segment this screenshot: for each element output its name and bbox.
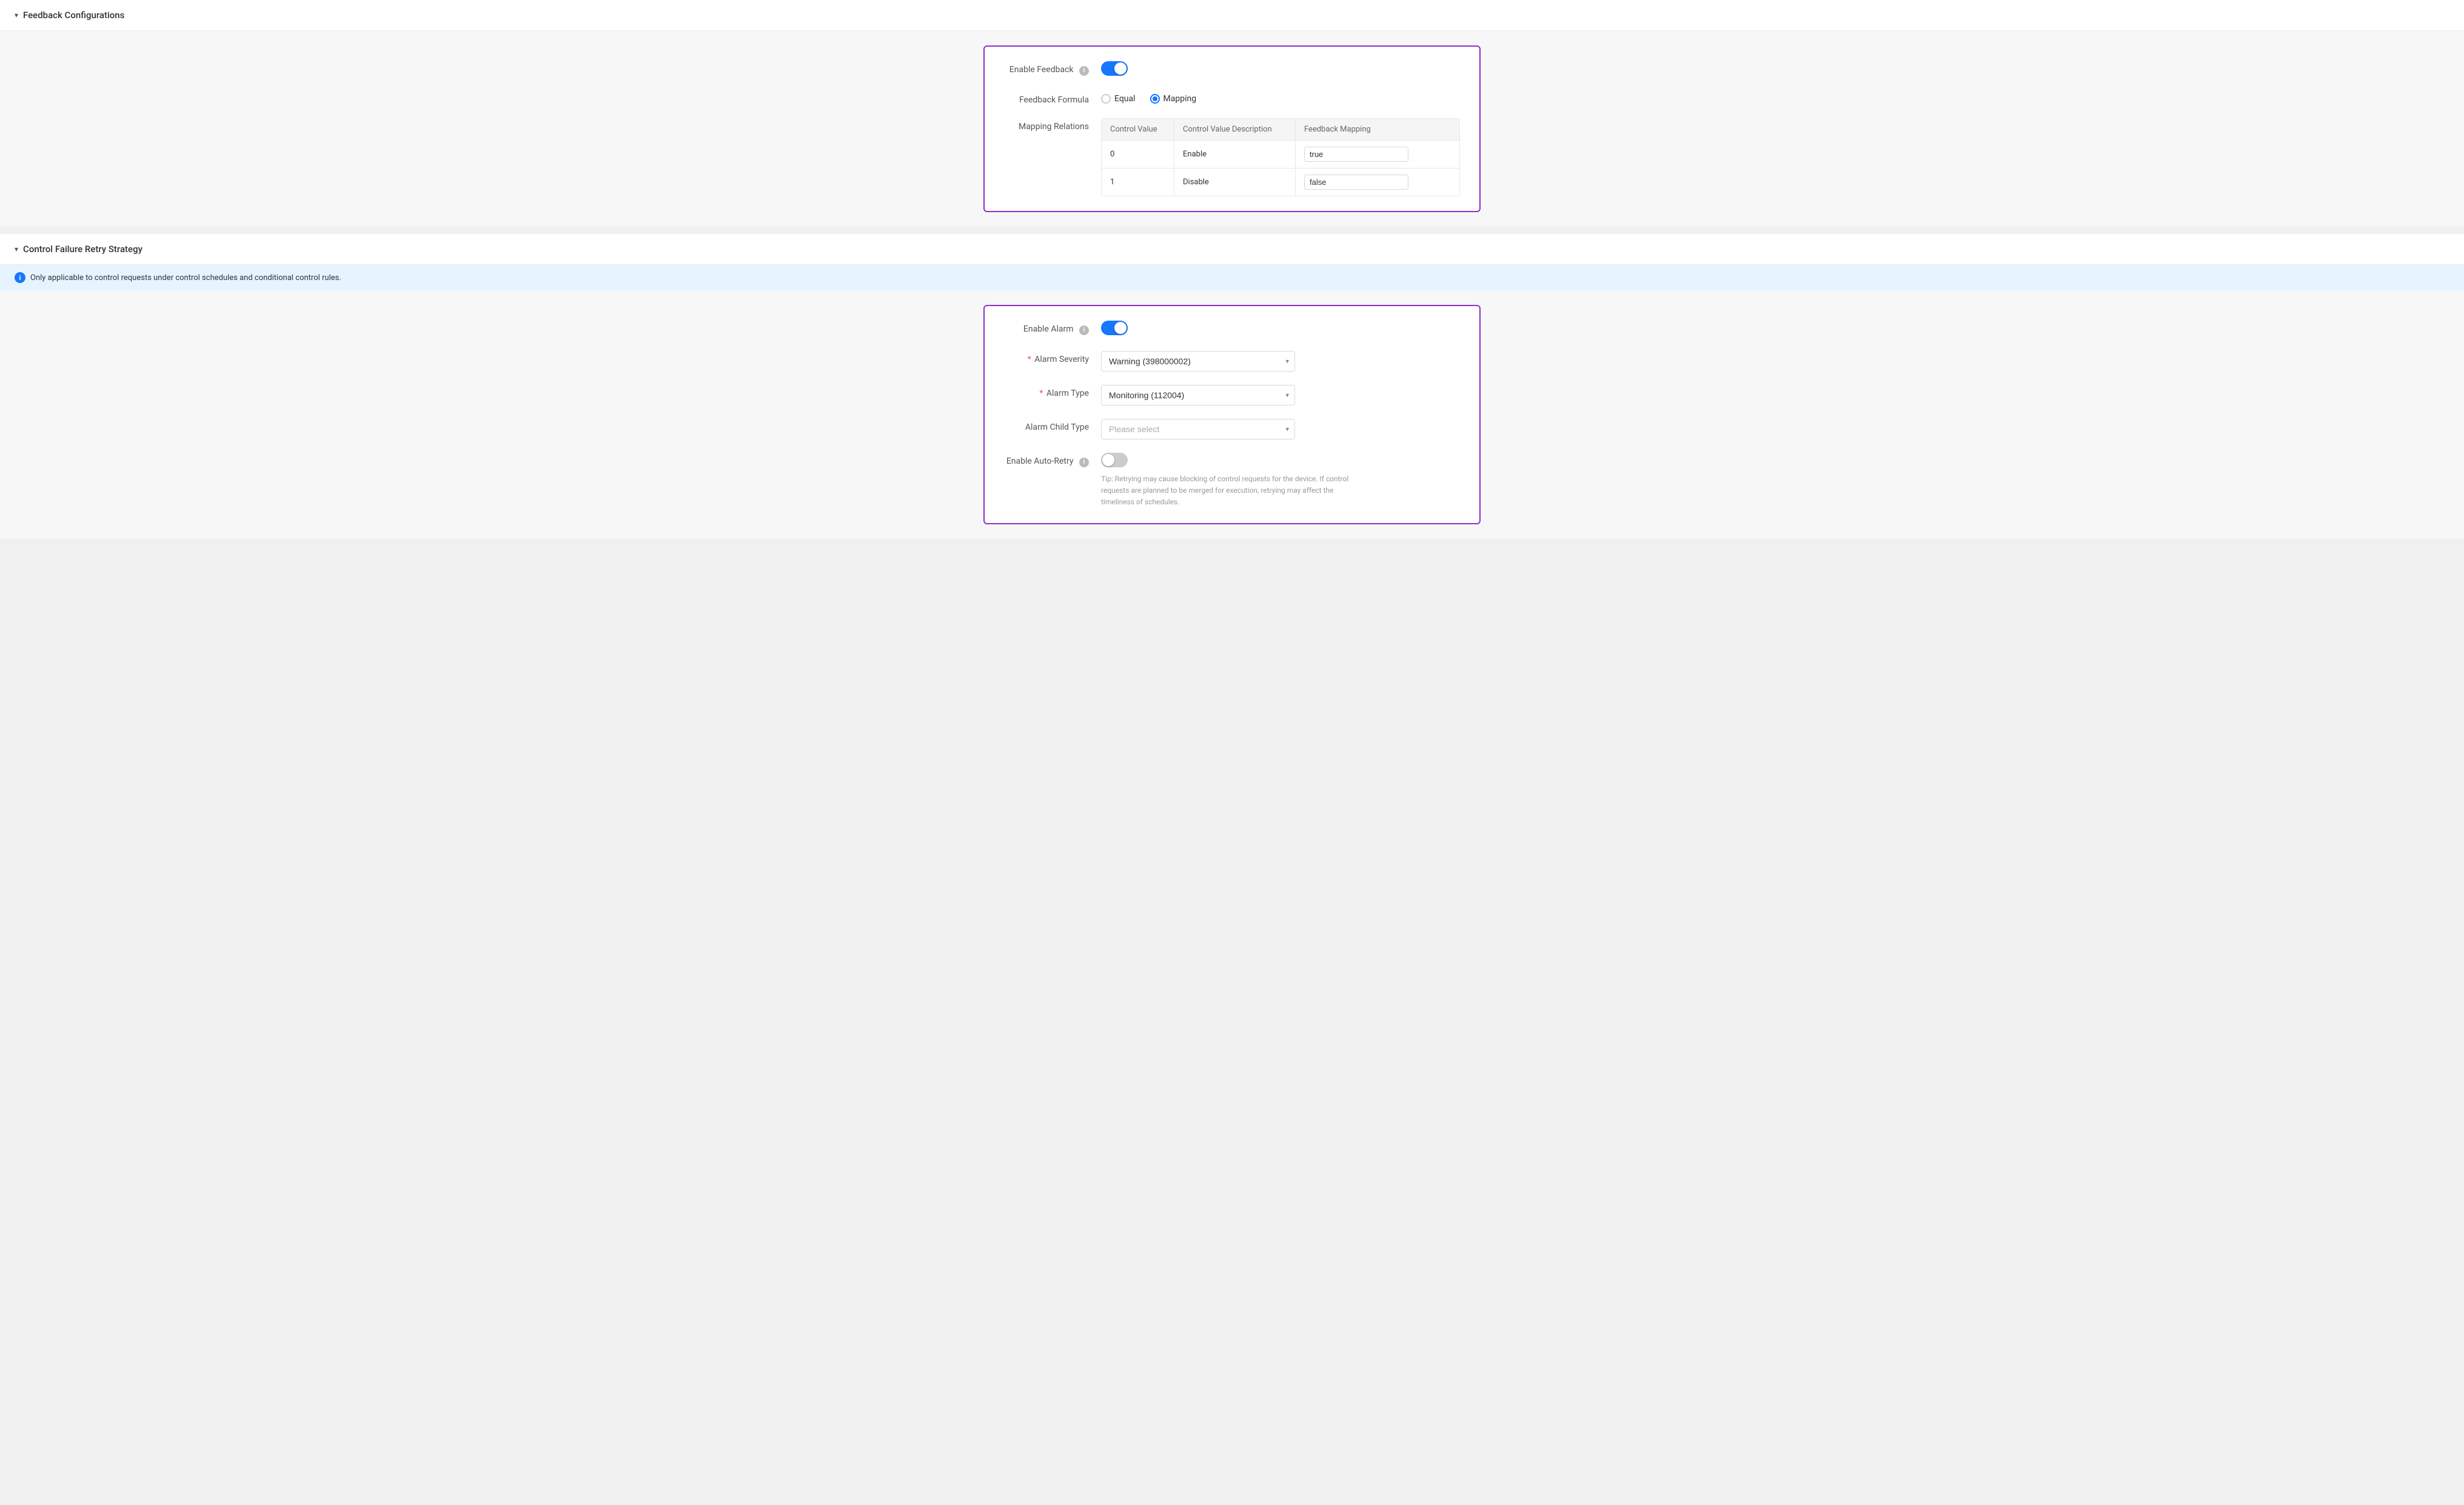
alarm-child-type-select-wrapper: Please select ▾ [1101, 419, 1295, 439]
enable-auto-retry-knob [1102, 454, 1114, 466]
mapping-relations-label: Mapping Relations [1004, 118, 1101, 132]
page-container: ▾ Feedback Configurations Enable Feedbac… [0, 0, 2464, 1505]
mapping-row-0: 0 Enable [1102, 141, 1459, 169]
enable-auto-retry-info-icon[interactable]: i [1079, 458, 1089, 467]
feedback-section-header[interactable]: ▾ Feedback Configurations [0, 0, 2464, 31]
enable-alarm-knob [1114, 322, 1127, 334]
enable-feedback-label: Enable Feedback i [1004, 61, 1101, 76]
mapping-row-1: 1 Disable [1102, 169, 1459, 196]
enable-feedback-slider [1101, 61, 1128, 76]
header-feedback-mapping: Feedback Mapping [1296, 119, 1417, 140]
enable-feedback-row: Enable Feedback i [1004, 61, 1460, 78]
feedback-formula-radio-group: Equal Mapping [1101, 92, 1460, 104]
header-control-value-desc: Control Value Description [1174, 119, 1296, 140]
mapping-input-1[interactable] [1304, 175, 1408, 190]
feedback-chevron-icon: ▾ [15, 11, 18, 19]
retry-chevron-icon: ▾ [15, 245, 18, 253]
retry-section-header[interactable]: ▾ Control Failure Retry Strategy [0, 234, 2464, 265]
alarm-severity-row: * Alarm Severity Warning (398000002) Cri… [1004, 351, 1460, 372]
alarm-child-type-row: Alarm Child Type Please select ▾ [1004, 419, 1460, 439]
enable-auto-retry-slider [1101, 453, 1128, 467]
mapping-table: Control Value Control Value Description … [1101, 118, 1460, 196]
cell-cv-0: 0 [1102, 141, 1174, 168]
feedback-section: ▾ Feedback Configurations Enable Feedbac… [0, 0, 2464, 227]
alarm-severity-control: Warning (398000002) Critical Major Minor… [1101, 351, 1460, 372]
enable-auto-retry-row: Enable Auto-Retry i Tip: Retrying may ca… [1004, 453, 1460, 509]
radio-mapping-circle [1150, 94, 1160, 104]
alarm-type-row: * Alarm Type Monitoring (112004) Fault P… [1004, 385, 1460, 405]
enable-feedback-knob [1114, 62, 1127, 75]
alarm-severity-select-wrapper: Warning (398000002) Critical Major Minor… [1101, 351, 1295, 372]
feedback-formula-row: Feedback Formula Equal Mapping [1004, 92, 1460, 105]
alarm-child-type-label: Alarm Child Type [1004, 419, 1101, 432]
feedback-config-box: Enable Feedback i Feedback Form [983, 45, 1481, 212]
enable-alarm-row: Enable Alarm i [1004, 321, 1460, 338]
alarm-type-control: Monitoring (112004) Fault Performance ▾ [1101, 385, 1460, 405]
cell-fm-0 [1296, 141, 1417, 168]
mapping-input-0[interactable] [1304, 147, 1408, 162]
cell-desc-1: Disable [1174, 169, 1296, 196]
mapping-relations-row: Mapping Relations Control Value Control … [1004, 118, 1460, 196]
radio-mapping[interactable]: Mapping [1150, 94, 1197, 104]
mapping-table-header: Control Value Control Value Description … [1102, 119, 1459, 141]
enable-auto-retry-label: Enable Auto-Retry i [1004, 453, 1101, 467]
retry-config-box: Enable Alarm i * Al [983, 305, 1481, 524]
alarm-severity-select[interactable]: Warning (398000002) Critical Major Minor [1101, 351, 1295, 372]
info-banner: i Only applicable to control requests un… [0, 265, 2464, 290]
mapping-relations-control: Control Value Control Value Description … [1101, 118, 1460, 196]
retry-section-title: Control Failure Retry Strategy [23, 244, 142, 255]
retry-section-content: Enable Alarm i * Al [0, 290, 2464, 539]
enable-alarm-label: Enable Alarm i [1004, 321, 1101, 335]
feedback-section-content: Enable Feedback i Feedback Form [0, 31, 2464, 227]
radio-equal[interactable]: Equal [1101, 94, 1136, 104]
alarm-child-type-control: Please select ▾ [1101, 419, 1460, 439]
alarm-type-select-wrapper: Monitoring (112004) Fault Performance ▾ [1101, 385, 1295, 405]
radio-equal-circle [1101, 94, 1111, 104]
radio-mapping-label: Mapping [1163, 94, 1197, 104]
enable-auto-retry-toggle[interactable] [1101, 453, 1128, 467]
enable-alarm-toggle[interactable] [1101, 321, 1128, 335]
cell-desc-0: Enable [1174, 141, 1296, 168]
feedback-formula-control: Equal Mapping [1101, 92, 1460, 104]
enable-auto-retry-control: Tip: Retrying may cause blocking of cont… [1101, 453, 1460, 509]
auto-retry-tip: Tip: Retrying may cause blocking of cont… [1101, 473, 1356, 509]
enable-alarm-slider [1101, 321, 1128, 335]
enable-feedback-control [1101, 61, 1460, 78]
cell-fm-1 [1296, 169, 1417, 196]
feedback-section-title: Feedback Configurations [23, 10, 124, 21]
enable-alarm-control [1101, 321, 1460, 338]
info-banner-text: Only applicable to control requests unde… [30, 273, 341, 282]
radio-equal-label: Equal [1114, 94, 1136, 104]
enable-alarm-info-icon[interactable]: i [1079, 325, 1089, 335]
cell-cv-1: 1 [1102, 169, 1174, 196]
header-control-value: Control Value [1102, 119, 1174, 140]
enable-feedback-info-icon[interactable]: i [1079, 66, 1089, 76]
feedback-formula-label: Feedback Formula [1004, 92, 1101, 105]
info-banner-icon: i [15, 272, 25, 283]
retry-section: ▾ Control Failure Retry Strategy i Only … [0, 234, 2464, 539]
alarm-child-type-select[interactable]: Please select [1101, 419, 1295, 439]
alarm-type-label: * Alarm Type [1004, 385, 1101, 398]
alarm-type-select[interactable]: Monitoring (112004) Fault Performance [1101, 385, 1295, 405]
enable-feedback-toggle[interactable] [1101, 61, 1128, 76]
alarm-severity-label: * Alarm Severity [1004, 351, 1101, 364]
